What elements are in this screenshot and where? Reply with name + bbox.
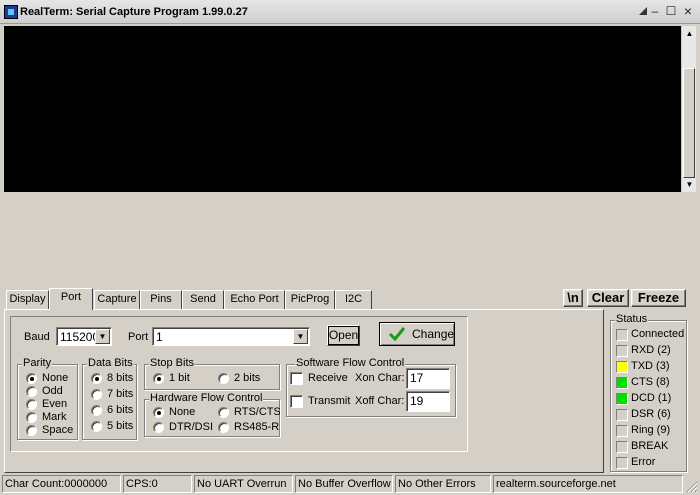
status-label: DSR (6) [631, 408, 671, 420]
radio-button[interactable] [218, 422, 229, 433]
radio-button[interactable] [91, 373, 102, 384]
status-led [616, 441, 628, 453]
status-label: CTS (8) [631, 376, 670, 388]
char-count-panel: Char Count:0000000 [2, 475, 121, 493]
status-indicator: Connected [611, 328, 687, 343]
radio-button[interactable] [91, 421, 102, 432]
status-led [616, 409, 628, 421]
status-indicator: Ring (9) [611, 424, 687, 439]
software-flow-title: Software Flow Control [295, 357, 406, 369]
status-label: TXD (3) [631, 360, 670, 372]
status-title: Status [615, 313, 649, 325]
checkmark-icon [388, 327, 406, 342]
terminal-scrollbar[interactable]: ▲ ▼ [681, 26, 696, 192]
close-button[interactable]: × [679, 4, 697, 20]
hardware-flow-title: Hardware Flow Control [149, 392, 264, 404]
xon-label: Xon Char: [355, 372, 405, 384]
resize-grip-icon[interactable] [684, 479, 698, 493]
title-bar[interactable]: RealTerm: Serial Capture Program 1.99.0.… [0, 0, 700, 24]
checkbox[interactable] [290, 395, 303, 408]
newline-button[interactable]: \n [563, 289, 583, 307]
baud-label: Baud [24, 331, 50, 343]
status-label: Error [631, 456, 656, 468]
uart-overrun-panel: No UART Overrun [194, 475, 293, 493]
scroll-up-arrow-icon[interactable]: ▲ [683, 27, 696, 40]
radio-button[interactable] [26, 399, 37, 410]
parity-title: Parity [22, 357, 53, 369]
status-label: BREAK [631, 440, 669, 452]
freeze-button[interactable]: Freeze [631, 289, 686, 307]
buffer-overflow-panel: No Buffer Overflow [295, 475, 393, 493]
status-led [616, 377, 628, 389]
tab-pins[interactable]: Pins [140, 290, 182, 309]
xoff-char-input[interactable]: 19 [406, 391, 450, 412]
status-led [616, 425, 628, 437]
radio-button[interactable] [91, 405, 102, 416]
status-indicator: RXD (2) [611, 344, 687, 359]
stop-bits-title: Stop Bits [149, 357, 196, 369]
scroll-thumb[interactable] [683, 68, 695, 178]
change-button[interactable]: Change [379, 322, 455, 346]
scroll-down-arrow-icon[interactable]: ▼ [683, 178, 696, 191]
status-indicator: Error [611, 456, 687, 471]
status-indicator: DSR (6) [611, 408, 687, 423]
clear-button[interactable]: Clear [587, 289, 629, 307]
window-title: RealTerm: Serial Capture Program 1.99.0.… [20, 6, 248, 18]
tab-port[interactable]: Port [49, 288, 93, 310]
radio-button[interactable] [26, 386, 37, 397]
port-label: Port [128, 331, 149, 343]
terminal-display[interactable] [4, 26, 681, 192]
radio-button[interactable] [218, 373, 229, 384]
radio-button[interactable] [26, 373, 37, 384]
status-led [616, 361, 628, 373]
tab-echo-port[interactable]: Echo Port [224, 290, 285, 309]
tab-i2c[interactable]: I2C [335, 290, 372, 309]
radio-button[interactable] [153, 407, 164, 418]
xon-char-input[interactable]: 17 [406, 368, 450, 389]
chevron-down-icon[interactable]: ▼ [293, 329, 308, 344]
baud-value: 115200 [60, 330, 100, 344]
cps-panel: CPS:0 [123, 475, 192, 493]
status-label: DCD (1) [631, 392, 672, 404]
checkbox[interactable] [290, 372, 303, 385]
status-indicator: TXD (3) [611, 360, 687, 375]
port-select[interactable]: 1 ▼ [152, 327, 310, 346]
status-group: Status Connected RXD (2) TXD (3) CTS (8) DCD… [610, 313, 687, 472]
radio-button[interactable] [26, 412, 37, 423]
tab-display[interactable]: Display [6, 290, 49, 309]
status-label: Ring (9) [631, 424, 671, 436]
tab-picprog[interactable]: PicProg [285, 290, 335, 309]
status-led [616, 457, 628, 469]
status-indicator: CTS (8) [611, 376, 687, 391]
port-value: 1 [156, 330, 163, 344]
radio-button[interactable] [153, 422, 164, 433]
status-label: Connected [631, 328, 685, 340]
open-button[interactable]: Open [327, 325, 360, 346]
status-indicator: DCD (1) [611, 392, 687, 407]
chevron-down-icon[interactable]: ▼ [95, 329, 110, 344]
status-led [616, 329, 628, 341]
radio-button[interactable] [26, 425, 37, 436]
radio-button[interactable] [153, 373, 164, 384]
xoff-label: Xoff Char: [355, 395, 405, 407]
data-bits-title: Data Bits [87, 357, 134, 369]
change-label: Change [412, 327, 455, 341]
website-panel: realterm.sourceforge.net [493, 475, 683, 493]
status-led [616, 345, 628, 357]
tab-send[interactable]: Send [182, 290, 224, 309]
status-label: RXD (2) [631, 344, 671, 356]
radio-button[interactable] [218, 407, 229, 418]
tab-capture[interactable]: Capture [94, 290, 140, 309]
radio-button[interactable] [91, 389, 102, 400]
other-errors-panel: No Other Errors [395, 475, 491, 493]
maximize-button[interactable]: ☐ [663, 4, 679, 20]
status-indicator: BREAK [611, 440, 687, 455]
status-led [616, 393, 628, 405]
baud-select[interactable]: 115200 ▼ [56, 327, 112, 346]
minimize-button[interactable]: – [647, 4, 663, 20]
app-icon [4, 5, 18, 19]
